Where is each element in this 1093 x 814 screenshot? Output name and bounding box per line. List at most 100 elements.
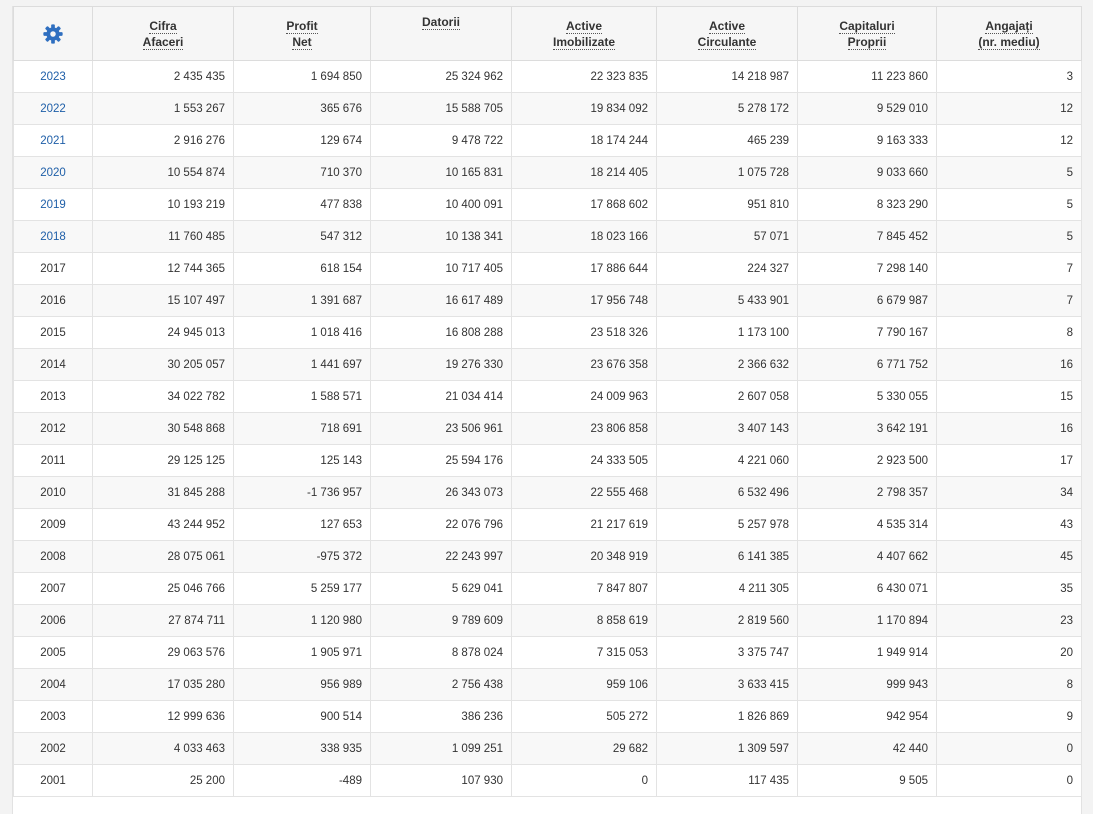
col-header-line2: Circulante xyxy=(697,34,757,50)
header-row: Cifra Afaceri Profit Net Datorii Active … xyxy=(13,6,1082,61)
active-circulante-cell: 5 257 978 xyxy=(656,508,798,541)
col-header-cifra-afaceri[interactable]: Cifra Afaceri xyxy=(92,6,234,61)
cifra-afaceri-cell: 25 200 xyxy=(92,764,234,797)
profit-net-cell: 1 905 971 xyxy=(233,636,371,669)
profit-net-cell: 1 120 980 xyxy=(233,604,371,637)
active-imobilizate-cell: 505 272 xyxy=(511,700,657,733)
cifra-afaceri-cell: 27 874 711 xyxy=(92,604,234,637)
capitaluri-proprii-cell: 9 529 010 xyxy=(797,92,937,125)
gear-icon[interactable] xyxy=(42,23,64,45)
active-imobilizate-cell: 19 834 092 xyxy=(511,92,657,125)
year-link[interactable]: 2022 xyxy=(40,103,66,115)
col-header-line1: Profit xyxy=(286,18,318,34)
year-cell: 2016 xyxy=(13,284,93,317)
year-cell[interactable]: 2022 xyxy=(13,92,93,125)
table-row: 2023 2 435 435 1 694 850 25 324 962 22 323 8… xyxy=(13,60,1082,93)
datorii-cell: 9 478 722 xyxy=(370,124,512,157)
cifra-afaceri-cell: 1 553 267 xyxy=(92,92,234,125)
year-cell[interactable]: 2021 xyxy=(13,124,93,157)
table-row: 2012 30 548 868 718 691 23 506 961 23 806 85… xyxy=(13,412,1082,445)
profit-net-cell: -489 xyxy=(233,764,371,797)
col-header-line1: Cifra xyxy=(149,18,177,34)
active-imobilizate-cell: 24 009 963 xyxy=(511,380,657,413)
capitaluri-proprii-cell: 9 033 660 xyxy=(797,156,937,189)
active-imobilizate-cell: 7 847 807 xyxy=(511,572,657,605)
active-imobilizate-cell: 23 518 326 xyxy=(511,316,657,349)
year-link[interactable]: 2021 xyxy=(40,135,66,147)
angajati-cell: 8 xyxy=(936,668,1082,701)
datorii-cell: 10 138 341 xyxy=(370,220,512,253)
angajati-cell: 12 xyxy=(936,124,1082,157)
angajati-cell: 17 xyxy=(936,444,1082,477)
year-link[interactable]: 2023 xyxy=(40,71,66,83)
datorii-cell: 16 617 489 xyxy=(370,284,512,317)
active-circulante-cell: 1 173 100 xyxy=(656,316,798,349)
cifra-afaceri-cell: 34 022 782 xyxy=(92,380,234,413)
profit-net-cell: 125 143 xyxy=(233,444,371,477)
angajati-cell: 15 xyxy=(936,380,1082,413)
table-row: 2017 12 744 365 618 154 10 717 405 17 886 64… xyxy=(13,252,1082,285)
col-header-active-imobilizate[interactable]: Active Imobilizate xyxy=(511,6,657,61)
year-cell: 2011 xyxy=(13,444,93,477)
datorii-cell: 15 588 705 xyxy=(370,92,512,125)
active-circulante-cell: 5 433 901 xyxy=(656,284,798,317)
datorii-cell: 1 099 251 xyxy=(370,732,512,765)
year-cell[interactable]: 2018 xyxy=(13,220,93,253)
year-link[interactable]: 2019 xyxy=(40,199,66,211)
col-header-line1: Active xyxy=(708,18,746,34)
profit-net-cell: 129 674 xyxy=(233,124,371,157)
year-cell[interactable]: 2019 xyxy=(13,188,93,221)
cifra-afaceri-cell: 28 075 061 xyxy=(92,540,234,573)
table-row: 2021 2 916 276 129 674 9 478 722 18 174 244 4… xyxy=(13,124,1082,157)
year-cell[interactable]: 2020 xyxy=(13,156,93,189)
active-imobilizate-cell: 23 676 358 xyxy=(511,348,657,381)
year-cell: 2014 xyxy=(13,348,93,381)
year-cell[interactable]: 2023 xyxy=(13,60,93,93)
datorii-cell: 21 034 414 xyxy=(370,380,512,413)
profit-net-cell: 900 514 xyxy=(233,700,371,733)
cifra-afaceri-cell: 10 193 219 xyxy=(92,188,234,221)
col-header-capitaluri-proprii[interactable]: Capitaluri Proprii xyxy=(797,6,937,61)
active-imobilizate-cell: 17 956 748 xyxy=(511,284,657,317)
col-header-active-circulante[interactable]: Active Circulante xyxy=(656,6,798,61)
table-row: 2004 17 035 280 956 989 2 756 438 959 106 3 6… xyxy=(13,668,1082,701)
table-row: 2014 30 205 057 1 441 697 19 276 330 23 676 … xyxy=(13,348,1082,381)
settings-cell[interactable] xyxy=(13,6,93,61)
active-circulante-cell: 2 366 632 xyxy=(656,348,798,381)
active-imobilizate-cell: 21 217 619 xyxy=(511,508,657,541)
capitaluri-proprii-cell: 2 798 357 xyxy=(797,476,937,509)
profit-net-cell: 5 259 177 xyxy=(233,572,371,605)
year-link[interactable]: 2020 xyxy=(40,167,66,179)
cifra-afaceri-cell: 2 916 276 xyxy=(92,124,234,157)
capitaluri-proprii-cell: 6 679 987 xyxy=(797,284,937,317)
year-cell: 2015 xyxy=(13,316,93,349)
year-cell: 2012 xyxy=(13,412,93,445)
active-circulante-cell: 6 141 385 xyxy=(656,540,798,573)
col-header-profit-net[interactable]: Profit Net xyxy=(233,6,371,61)
table-row: 2009 43 244 952 127 653 22 076 796 21 217 61… xyxy=(13,508,1082,541)
capitaluri-proprii-cell: 999 943 xyxy=(797,668,937,701)
year-cell: 2002 xyxy=(13,732,93,765)
year-cell: 2006 xyxy=(13,604,93,637)
active-imobilizate-cell: 20 348 919 xyxy=(511,540,657,573)
financial-table: Cifra Afaceri Profit Net Datorii Active … xyxy=(13,6,1082,797)
col-header-datorii[interactable]: Datorii xyxy=(370,6,512,61)
table-row: 2003 12 999 636 900 514 386 236 505 272 1 826… xyxy=(13,700,1082,733)
angajati-cell: 20 xyxy=(936,636,1082,669)
profit-net-cell: -1 736 957 xyxy=(233,476,371,509)
profit-net-cell: 477 838 xyxy=(233,188,371,221)
cifra-afaceri-cell: 4 033 463 xyxy=(92,732,234,765)
profit-net-cell: 1 018 416 xyxy=(233,316,371,349)
table-row: 2010 31 845 288 -1 736 957 26 343 073 22 555… xyxy=(13,476,1082,509)
col-header-angajati[interactable]: Angajați (nr. mediu) xyxy=(936,6,1082,61)
year-link[interactable]: 2018 xyxy=(40,231,66,243)
datorii-cell: 10 717 405 xyxy=(370,252,512,285)
angajati-cell: 8 xyxy=(936,316,1082,349)
active-imobilizate-cell: 959 106 xyxy=(511,668,657,701)
active-circulante-cell: 465 239 xyxy=(656,124,798,157)
cifra-afaceri-cell: 12 999 636 xyxy=(92,700,234,733)
cifra-afaceri-cell: 12 744 365 xyxy=(92,252,234,285)
datorii-cell: 9 789 609 xyxy=(370,604,512,637)
active-circulante-cell: 2 819 560 xyxy=(656,604,798,637)
capitaluri-proprii-cell: 2 923 500 xyxy=(797,444,937,477)
